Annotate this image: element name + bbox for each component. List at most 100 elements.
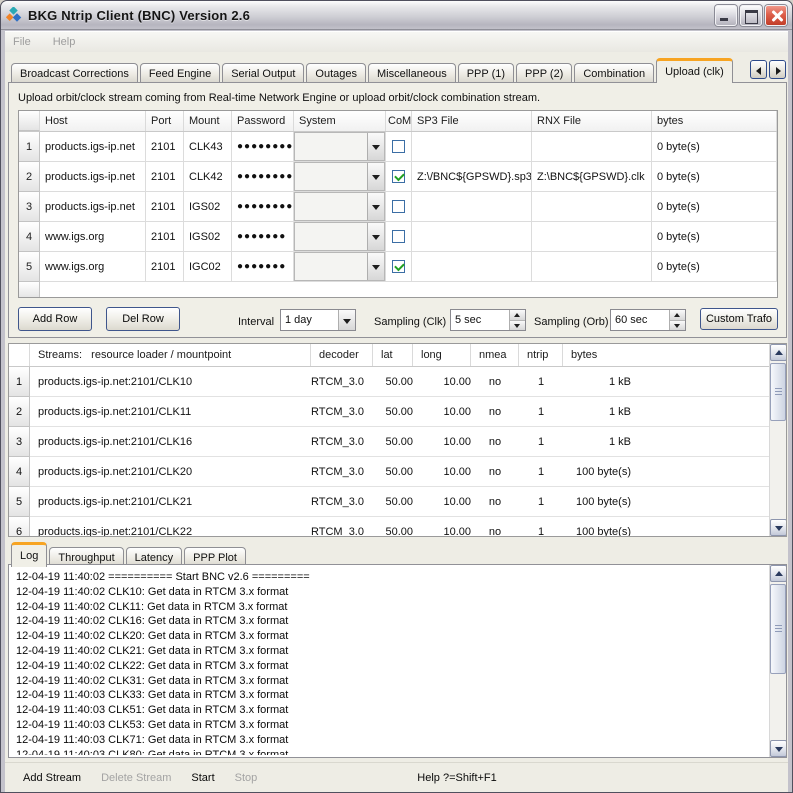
host-cell[interactable]: www.igs.org: [40, 252, 146, 282]
password-cell[interactable]: ●●●●●●●●: [232, 192, 294, 222]
rnx-cell[interactable]: Z:\BNC${GPSWD}.clk: [532, 162, 652, 192]
tab-ppp-2[interactable]: PPP (2): [516, 63, 572, 83]
host-cell[interactable]: products.igs-ip.net: [40, 162, 146, 192]
stream-row[interactable]: 4 products.igs-ip.net:2101/CLK20 RTCM_3.…: [9, 457, 769, 487]
system-cell: [294, 162, 386, 192]
col-header-port: Port: [146, 111, 184, 131]
sp3-cell[interactable]: Z:\/BNC${GPSWD}.sp3: [412, 162, 532, 192]
window: BKG Ntrip Client (BNC) Version 2.6 File …: [0, 0, 793, 793]
custom-trafo-button[interactable]: Custom Trafo: [700, 308, 778, 330]
host-cell[interactable]: products.igs-ip.net: [40, 192, 146, 222]
stream-row[interactable]: 6 products.igs-ip.net:2101/CLK22 RTCM_3.…: [9, 517, 769, 536]
tab-outages[interactable]: Outages: [306, 63, 366, 83]
tab-scroll-right-icon[interactable]: [769, 60, 786, 79]
scroll-down-icon[interactable]: [770, 740, 787, 757]
port-cell[interactable]: 2101: [146, 192, 184, 222]
chevron-down-icon[interactable]: [367, 163, 384, 190]
streams-scrollbar[interactable]: [769, 344, 786, 536]
tab-broadcast-corrections[interactable]: Broadcast Corrections: [11, 63, 138, 83]
port-cell[interactable]: 2101: [146, 252, 184, 282]
interval-select[interactable]: 1 day: [280, 309, 356, 331]
mount-cell[interactable]: IGS02: [184, 192, 232, 222]
header-stub: [9, 344, 30, 366]
tab-scroll-left-icon[interactable]: [750, 60, 767, 79]
col-header-mountpoint: Streams: resource loader / mountpoint: [30, 344, 311, 366]
tab-log[interactable]: Log: [11, 542, 47, 567]
system-select[interactable]: [294, 222, 385, 251]
sampling-orb-spinner[interactable]: 60 sec: [610, 309, 686, 331]
minimize-button[interactable]: [715, 5, 737, 26]
scrollbar-thumb[interactable]: [770, 584, 786, 674]
system-select[interactable]: [294, 252, 385, 281]
add-row-button[interactable]: Add Row: [18, 307, 92, 331]
rnx-cell[interactable]: [532, 132, 652, 162]
chevron-down-icon[interactable]: [367, 223, 384, 250]
stream-row[interactable]: 5 products.igs-ip.net:2101/CLK21 RTCM_3.…: [9, 487, 769, 517]
com-checkbox[interactable]: [392, 200, 405, 213]
port-cell[interactable]: 2101: [146, 222, 184, 252]
system-select[interactable]: [294, 192, 385, 221]
password-cell[interactable]: ●●●●●●●●: [232, 132, 294, 162]
rnx-cell[interactable]: [532, 192, 652, 222]
mount-cell[interactable]: IGC02: [184, 252, 232, 282]
port-cell[interactable]: 2101: [146, 132, 184, 162]
decoder-cell: RTCM_3.0: [311, 517, 373, 536]
chevron-down-icon[interactable]: [367, 133, 384, 160]
com-checkbox[interactable]: [392, 230, 405, 243]
com-checkbox[interactable]: [392, 170, 405, 183]
com-cell: [386, 132, 412, 162]
col-header-bytes: bytes: [652, 111, 777, 131]
mount-cell[interactable]: CLK43: [184, 132, 232, 162]
scroll-up-icon[interactable]: [770, 344, 787, 361]
scroll-up-icon[interactable]: [770, 565, 787, 582]
tab-upload-clk[interactable]: Upload (clk): [656, 58, 733, 83]
sp3-cell[interactable]: [412, 222, 532, 252]
rnx-cell[interactable]: [532, 222, 652, 252]
password-cell[interactable]: ●●●●●●●●: [232, 162, 294, 192]
host-cell[interactable]: www.igs.org: [40, 222, 146, 252]
stream-row[interactable]: 2 products.igs-ip.net:2101/CLK11 RTCM_3.…: [9, 397, 769, 427]
sampling-clk-spinner[interactable]: 5 sec: [450, 309, 526, 331]
com-checkbox[interactable]: [392, 140, 405, 153]
host-cell[interactable]: products.igs-ip.net: [40, 132, 146, 162]
close-button[interactable]: [765, 5, 787, 26]
password-cell[interactable]: ●●●●●●●: [232, 252, 294, 282]
tab-ppp-1[interactable]: PPP (1): [458, 63, 514, 83]
app-icon: [6, 7, 23, 24]
scroll-down-icon[interactable]: [770, 519, 787, 536]
com-checkbox[interactable]: [392, 260, 405, 273]
tab-combination[interactable]: Combination: [574, 63, 654, 83]
system-select[interactable]: [294, 162, 385, 191]
chevron-down-icon[interactable]: [367, 193, 384, 220]
system-select[interactable]: [294, 132, 385, 161]
tab-feed-engine[interactable]: Feed Engine: [140, 63, 220, 83]
del-row-button[interactable]: Del Row: [106, 307, 180, 331]
scrollbar-thumb[interactable]: [770, 363, 786, 421]
spin-up-icon[interactable]: [670, 310, 685, 321]
maximize-button[interactable]: [740, 5, 762, 26]
stream-row[interactable]: 1 products.igs-ip.net:2101/CLK10 RTCM_3.…: [9, 367, 769, 397]
ntrip-cell: 1: [519, 517, 563, 536]
start-action[interactable]: Start: [181, 772, 224, 784]
spin-down-icon[interactable]: [510, 321, 525, 331]
add-stream-action[interactable]: Add Stream: [13, 772, 91, 784]
sp3-cell[interactable]: [412, 132, 532, 162]
sp3-cell[interactable]: [412, 192, 532, 222]
mountpoint-cell: products.igs-ip.net:2101/CLK22: [30, 517, 311, 536]
mount-cell[interactable]: CLK42: [184, 162, 232, 192]
tab-miscellaneous[interactable]: Miscellaneous: [368, 63, 456, 83]
chevron-down-icon[interactable]: [338, 310, 355, 330]
spin-down-icon[interactable]: [670, 321, 685, 331]
sp3-cell[interactable]: [412, 252, 532, 282]
mountpoint-cell: products.igs-ip.net:2101/CLK16: [30, 427, 311, 457]
log-scrollbar[interactable]: [769, 565, 786, 757]
password-cell[interactable]: ●●●●●●●: [232, 222, 294, 252]
tab-serial-output[interactable]: Serial Output: [222, 63, 304, 83]
com-cell: [386, 222, 412, 252]
stream-row[interactable]: 3 products.igs-ip.net:2101/CLK16 RTCM_3.…: [9, 427, 769, 457]
port-cell[interactable]: 2101: [146, 162, 184, 192]
spin-up-icon[interactable]: [510, 310, 525, 321]
chevron-down-icon[interactable]: [367, 253, 384, 280]
rnx-cell[interactable]: [532, 252, 652, 282]
mount-cell[interactable]: IGS02: [184, 222, 232, 252]
